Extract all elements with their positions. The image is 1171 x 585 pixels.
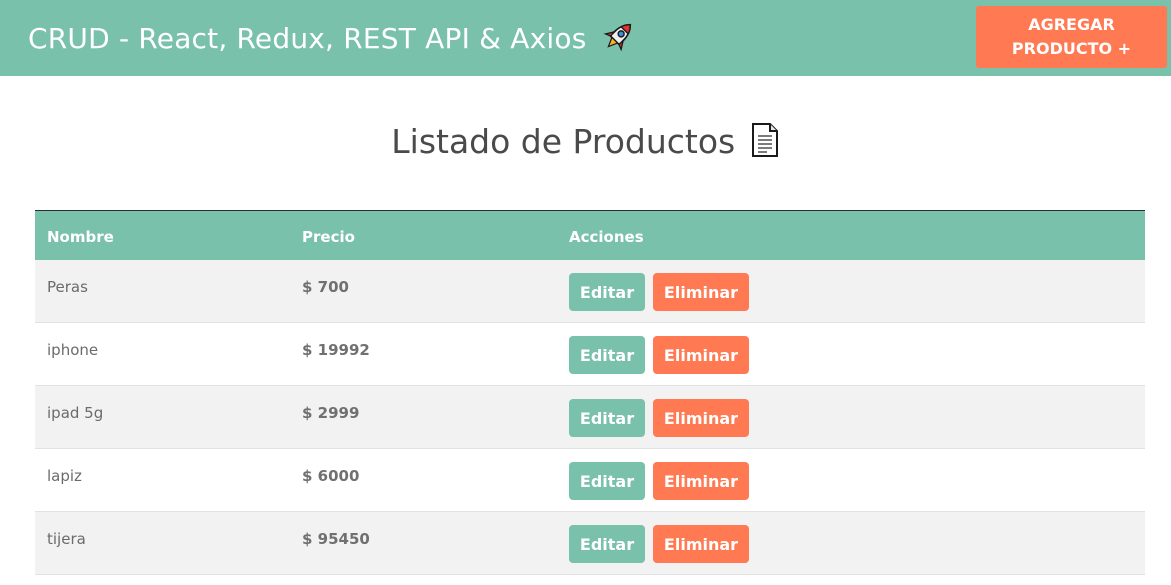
product-name: Peras [47,278,88,296]
app-title-text: CRUD - React, Redux, REST API & Axios [28,22,587,55]
page-title: Listado de Productos [0,122,1171,161]
delete-button[interactable]: Eliminar [653,462,749,500]
product-name: ipad 5g [47,404,104,422]
edit-button[interactable]: Editar [569,399,645,437]
product-name: iphone [47,341,99,359]
app-title[interactable]: CRUD - React, Redux, REST API & Axios [28,18,636,55]
product-price: $ 95450 [302,530,370,548]
product-price: $ 19992 [302,341,370,359]
header-acciones: Acciones [569,228,644,246]
table-row: iphone $ 19992 Editar Eliminar [35,323,1145,386]
product-price: $ 6000 [302,467,360,485]
table-row: ipad 5g $ 2999 Editar Eliminar [35,386,1145,449]
rocket-icon [602,18,636,54]
product-price: $ 2999 [302,404,360,422]
header-precio: Precio [302,228,355,246]
add-product-button[interactable]: AGREGAR PRODUCTO + [976,6,1167,68]
add-product-label-1: AGREGAR [1028,15,1115,34]
edit-button[interactable]: Editar [569,336,645,374]
product-name: tijera [47,530,86,548]
delete-button[interactable]: Eliminar [653,399,749,437]
page-title-text: Listado de Productos [391,122,736,161]
table-header: Nombre Precio Acciones [35,211,1145,260]
document-icon [750,122,780,158]
product-price: $ 700 [302,278,349,296]
delete-button[interactable]: Eliminar [653,525,749,563]
edit-button[interactable]: Editar [569,273,645,311]
edit-button[interactable]: Editar [569,525,645,563]
header-nombre: Nombre [47,228,114,246]
product-name: lapiz [47,467,82,485]
table-row: lapiz $ 6000 Editar Eliminar [35,449,1145,512]
delete-button[interactable]: Eliminar [653,273,749,311]
products-table: Nombre Precio Acciones Peras $ 700 Edita… [35,210,1145,575]
delete-button[interactable]: Eliminar [653,336,749,374]
add-product-label-2: PRODUCTO + [1011,39,1132,58]
table-row: tijera $ 95450 Editar Eliminar [35,512,1145,575]
edit-button[interactable]: Editar [569,462,645,500]
table-row: Peras $ 700 Editar Eliminar [35,260,1145,323]
navbar: CRUD - React, Redux, REST API & Axios AG… [0,0,1171,76]
